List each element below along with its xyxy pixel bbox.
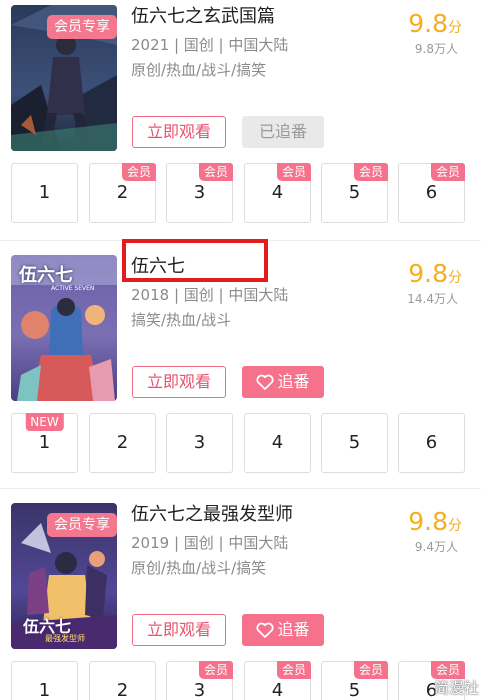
anime-title[interactable]: 伍六七之最强发型师 xyxy=(131,503,293,527)
score: 9.8分 xyxy=(408,259,462,289)
episode-number: 3 xyxy=(193,680,206,700)
member-exclusive-badge: 会员专享 xyxy=(47,513,117,537)
episode-list: NEW 1 2 3 4 5 6 xyxy=(11,413,471,473)
episode-button-2[interactable]: 2 xyxy=(89,413,156,473)
poster-image[interactable]: 伍六七 ACTIVE SEVEN xyxy=(11,255,117,401)
episode-list: 1 2 会员 3 会员 4 会员 5 会员 6 xyxy=(11,661,471,700)
member-badge: 会员 xyxy=(198,661,233,679)
score: 9.8分 xyxy=(408,9,462,39)
episode-number: 6 xyxy=(425,432,438,453)
watch-now-button[interactable]: 立即观看 xyxy=(132,614,226,646)
episode-list: 1 会员 2 会员 3 会员 4 会员 5 会员 6 xyxy=(11,163,471,223)
anime-title[interactable]: 伍六七之玄武国篇 xyxy=(131,5,275,29)
follower-count: 9.8万人 xyxy=(414,42,458,56)
member-badge: 会员 xyxy=(353,163,388,181)
episode-button-4[interactable]: 会员 4 xyxy=(244,163,311,223)
score-value: 9.8 xyxy=(408,259,448,288)
member-exclusive-badge: 会员专享 xyxy=(47,15,117,39)
member-badge: 会员 xyxy=(276,163,311,181)
member-badge: 会员 xyxy=(121,163,156,181)
episode-number: 3 xyxy=(193,182,206,203)
member-badge: 会员 xyxy=(276,661,311,679)
anime-tags: 原创/热血/战斗/搞笑 xyxy=(131,61,267,79)
anime-meta: 2021 | 国创 | 中国大陆 xyxy=(131,36,289,54)
follow-label: 追番 xyxy=(277,620,310,639)
episode-button-5[interactable]: 会员 5 xyxy=(321,661,388,700)
episode-number: 3 xyxy=(193,432,206,453)
anime-tags: 搞笑/热血/战斗 xyxy=(131,311,232,329)
episode-button-6[interactable]: 6 xyxy=(398,413,465,473)
episode-button-3[interactable]: 3 xyxy=(166,413,233,473)
member-badge: 会员 xyxy=(430,163,465,181)
follow-label: 追番 xyxy=(277,372,310,391)
watch-now-button[interactable]: 立即观看 xyxy=(132,366,226,398)
followed-button[interactable]: 已追番 xyxy=(242,116,324,148)
score-value: 9.8 xyxy=(408,9,448,38)
heart-icon xyxy=(256,370,275,400)
member-badge: 会员 xyxy=(198,163,233,181)
watch-now-button[interactable]: 立即观看 xyxy=(132,116,226,148)
episode-button-4[interactable]: 会员 4 xyxy=(244,661,311,700)
episode-number: 2 xyxy=(116,432,129,453)
follower-count: 9.4万人 xyxy=(414,540,458,554)
title-highlight-box xyxy=(122,239,268,282)
episode-button-2[interactable]: 会员 2 xyxy=(89,163,156,223)
episode-number: 2 xyxy=(116,680,129,700)
episode-button-5[interactable]: 5 xyxy=(321,413,388,473)
episode-number: 6 xyxy=(425,182,438,203)
episode-number: 5 xyxy=(348,432,361,453)
episode-number: 1 xyxy=(38,182,51,203)
follow-button[interactable]: 追番 xyxy=(242,366,324,398)
episode-button-1[interactable]: 1 xyxy=(11,661,78,700)
anime-meta: 2019 | 国创 | 中国大陆 xyxy=(131,534,289,552)
new-badge: NEW xyxy=(25,413,64,431)
watermark: 简漫社 xyxy=(433,679,479,697)
episode-button-3[interactable]: 会员 3 xyxy=(166,661,233,700)
heart-icon xyxy=(256,618,275,648)
anime-tags: 原创/热血/战斗/搞笑 xyxy=(131,559,267,577)
episode-button-2[interactable]: 2 xyxy=(89,661,156,700)
follow-button[interactable]: 追番 xyxy=(242,614,324,646)
episode-number: 1 xyxy=(38,432,51,453)
follower-count: 14.4万人 xyxy=(407,292,458,306)
poster-logo-subtext: 最强发型师 xyxy=(45,634,85,643)
divider xyxy=(0,488,481,489)
score-value: 9.8 xyxy=(408,507,448,536)
episode-number: 4 xyxy=(271,432,284,453)
episode-number: 4 xyxy=(271,182,284,203)
score-unit: 分 xyxy=(448,270,462,286)
episode-button-6[interactable]: 会员 6 xyxy=(398,163,465,223)
episode-number: 5 xyxy=(348,182,361,203)
episode-button-1[interactable]: 1 xyxy=(11,163,78,223)
episode-number: 5 xyxy=(348,680,361,700)
score-unit: 分 xyxy=(448,518,462,534)
poster-image[interactable]: 会员专享 伍六七 最强发型师 xyxy=(11,503,117,649)
poster-image[interactable]: 会员专享 xyxy=(11,5,117,151)
score-unit: 分 xyxy=(448,20,462,36)
anime-meta: 2018 | 国创 | 中国大陆 xyxy=(131,286,289,304)
episode-button-4[interactable]: 4 xyxy=(244,413,311,473)
episode-number: 2 xyxy=(116,182,129,203)
member-badge: 会员 xyxy=(353,661,388,679)
poster-logo-subtext: ACTIVE SEVEN xyxy=(51,285,95,292)
episode-button-3[interactable]: 会员 3 xyxy=(166,163,233,223)
episode-button-5[interactable]: 会员 5 xyxy=(321,163,388,223)
episode-number: 4 xyxy=(271,680,284,700)
episode-number: 1 xyxy=(38,680,51,700)
episode-button-1[interactable]: NEW 1 xyxy=(11,413,78,473)
score: 9.8分 xyxy=(408,507,462,537)
poster-logo-text: 伍六七 xyxy=(19,265,73,286)
